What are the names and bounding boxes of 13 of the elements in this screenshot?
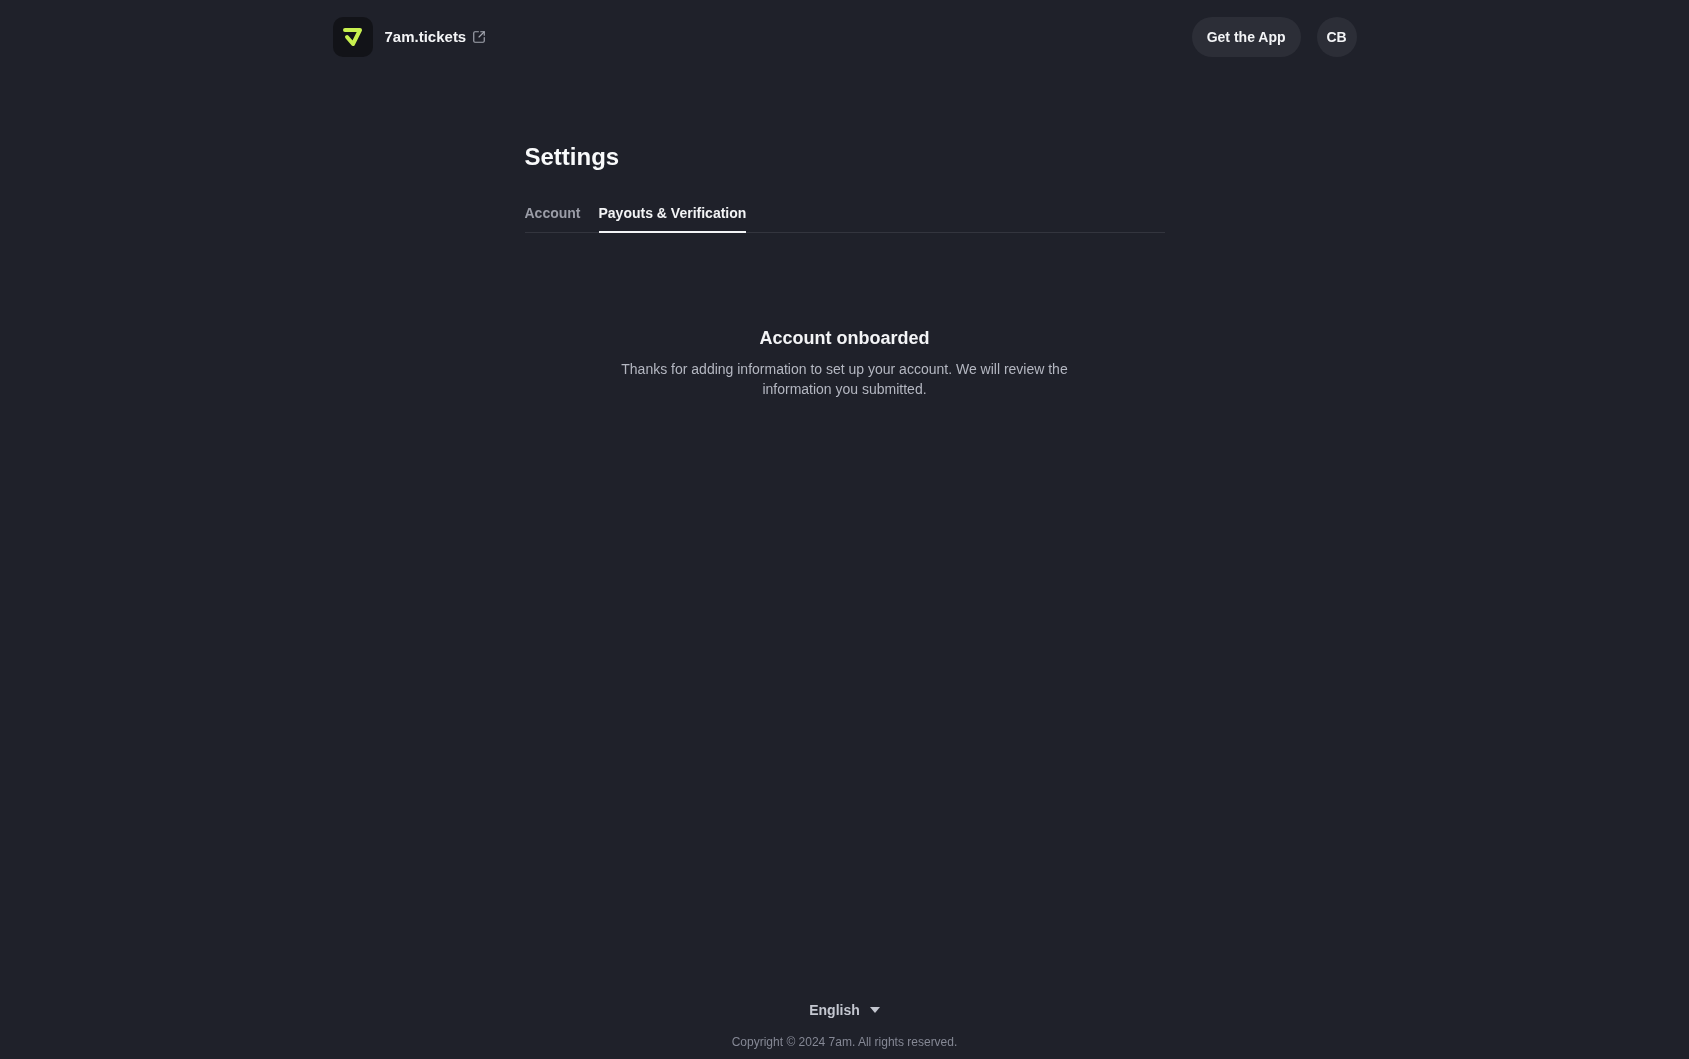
copyright-text: Copyright © 2024 7am. All rights reserved. bbox=[731, 1034, 958, 1050]
tab[interactable]: Payouts & Verification bbox=[598, 203, 747, 233]
logo-icon[interactable] bbox=[332, 17, 373, 57]
status-message: Thanks for adding information to set up your account. We will review the information you submitted. bbox=[620, 360, 1069, 399]
avatar-button[interactable]: CB bbox=[1316, 17, 1357, 57]
caret-icon bbox=[869, 1007, 880, 1013]
get-app-button[interactable]: Get the App bbox=[1191, 17, 1301, 57]
brand-link[interactable]: 7am.tickets bbox=[384, 25, 487, 49]
language-selector[interactable]: English bbox=[809, 1000, 880, 1020]
status-title: Account onboarded bbox=[759, 327, 930, 350]
tab[interactable]: Account bbox=[524, 203, 581, 233]
page-title: Settings bbox=[524, 142, 621, 172]
external-link-icon bbox=[472, 30, 487, 44]
